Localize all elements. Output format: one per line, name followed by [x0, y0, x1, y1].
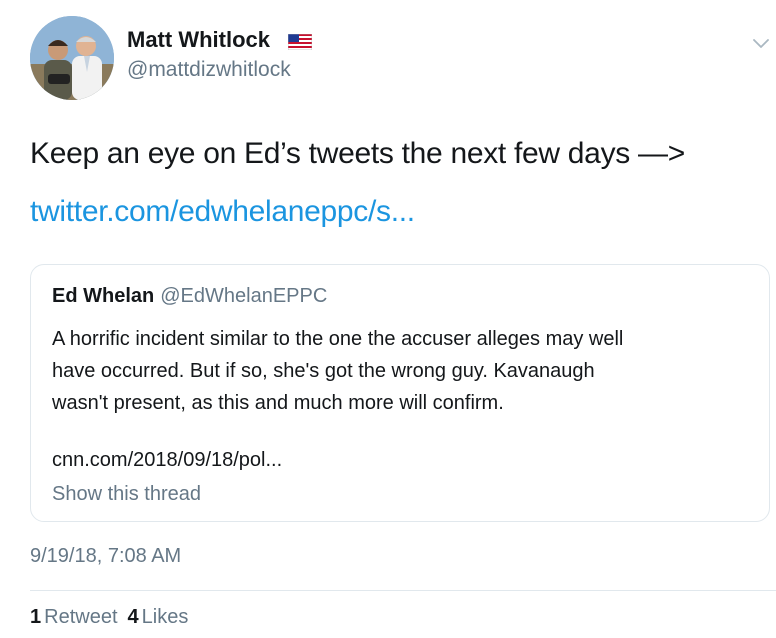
quoted-tweet-line: wasn't present, as this and much more wi… [52, 392, 504, 414]
quoted-tweet-author: Ed Whelan @EdWhelanEPPC [52, 285, 327, 308]
tweet-link[interactable]: twitter.com/edwhelaneppc/s... [30, 195, 415, 229]
quoted-tweet-link[interactable]: cnn.com/2018/09/18/pol... [52, 449, 282, 472]
quoted-tweet-line: have occurred. But if so, she's got the … [52, 360, 595, 382]
quoted-tweet-body: A horrific incident similar to the one t… [52, 323, 752, 419]
quoted-tweet[interactable]: Ed Whelan @EdWhelanEPPC A horrific incide… [30, 264, 770, 522]
quoted-author-name: Ed Whelan [52, 285, 155, 307]
tweet-timestamp[interactable]: 9/19/18, 7:08 AM [30, 545, 181, 568]
retweets-stat[interactable]: 1 Retweet [30, 606, 118, 628]
retweets-label: Retweet [44, 606, 118, 628]
us-flag-icon [288, 34, 312, 50]
quoted-tweet-line: A horrific incident similar to the one t… [52, 328, 624, 350]
retweets-count: 1 [30, 606, 42, 628]
divider [30, 590, 776, 591]
tweet: Matt Whitlock @mattdizwhitlock Keep an e… [0, 0, 776, 638]
quoted-author-handle: @EdWhelanEPPC [160, 285, 328, 307]
tweet-text: Keep an eye on Ed’s tweets the next few … [30, 137, 685, 170]
avatar[interactable] [30, 16, 114, 100]
likes-label: Likes [141, 606, 189, 628]
avatar-photo [30, 16, 114, 100]
likes-stat[interactable]: 4 Likes [128, 606, 189, 628]
author-display-name[interactable]: Matt Whitlock [127, 27, 270, 53]
likes-count: 4 [127, 606, 139, 628]
author-handle[interactable]: @mattdizwhitlock [127, 58, 291, 82]
show-thread-link[interactable]: Show this thread [52, 483, 201, 506]
chevron-down-icon[interactable] [752, 38, 770, 50]
tweet-stats: 1 Retweet 4 Likes [30, 606, 188, 629]
